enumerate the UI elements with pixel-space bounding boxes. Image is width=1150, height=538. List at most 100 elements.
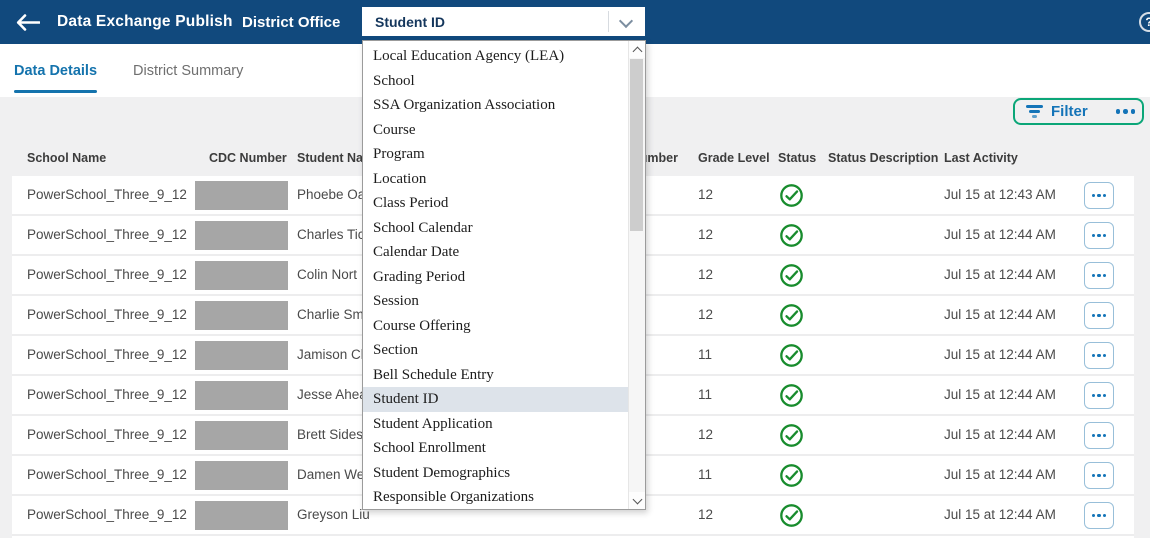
cdc-number-redacted-block bbox=[195, 181, 288, 210]
status-success-icon bbox=[779, 303, 804, 328]
last-activity-cell: Jul 15 at 12:44 AM bbox=[944, 256, 1056, 294]
dropdown-option[interactable]: Student ID bbox=[363, 387, 628, 412]
page-title: Data Exchange Publish bbox=[57, 0, 233, 44]
status-success-icon bbox=[779, 223, 804, 248]
column-status: Status bbox=[778, 140, 816, 176]
scroll-down-arrow-icon[interactable] bbox=[629, 492, 645, 509]
student-name-cell: Jesse Ahea bbox=[297, 376, 367, 414]
row-actions-button[interactable] bbox=[1084, 302, 1114, 329]
active-tab-underline bbox=[14, 90, 97, 93]
row-actions-button[interactable] bbox=[1084, 462, 1114, 489]
dropdown-scrollbar[interactable] bbox=[628, 41, 645, 509]
tab-label: Data Details bbox=[14, 63, 97, 79]
cdc-number-redacted-block bbox=[195, 301, 288, 330]
row-actions-button[interactable] bbox=[1084, 382, 1114, 409]
school-name-cell: PowerSchool_Three_9_12 bbox=[27, 296, 187, 334]
district-office-link[interactable]: District Office bbox=[242, 0, 340, 44]
last-activity-cell: Jul 15 at 12:44 AM bbox=[944, 296, 1056, 334]
dropdown-option[interactable]: Class Period bbox=[363, 191, 628, 216]
dropdown-option[interactable]: School Enrollment bbox=[363, 436, 628, 461]
cdc-number-redacted-block bbox=[195, 341, 288, 370]
school-name-cell: PowerSchool_Three_9_12 bbox=[27, 176, 187, 214]
entity-select-value: Student ID bbox=[375, 14, 445, 30]
tab-district-summary[interactable]: District Summary bbox=[133, 44, 243, 97]
grade-level-cell: 12 bbox=[698, 296, 713, 334]
scroll-up-arrow-icon[interactable] bbox=[629, 41, 645, 58]
student-name-cell: Phoebe Oa bbox=[297, 176, 365, 214]
dropdown-option[interactable]: School bbox=[363, 69, 628, 94]
school-name-cell: PowerSchool_Three_9_12 bbox=[27, 376, 187, 414]
cdc-number-redacted-block bbox=[195, 221, 288, 250]
dropdown-option[interactable]: Student Demographics bbox=[363, 461, 628, 486]
dropdown-option[interactable]: Calendar Date bbox=[363, 240, 628, 265]
cdc-number-redacted-block bbox=[195, 381, 288, 410]
row-actions-button[interactable] bbox=[1084, 502, 1114, 529]
chevron-down-icon bbox=[619, 14, 633, 28]
last-activity-cell: Jul 15 at 12:44 AM bbox=[944, 216, 1056, 254]
last-activity-cell: Jul 15 at 12:44 AM bbox=[944, 336, 1056, 374]
dropdown-option[interactable]: Local Education Agency (LEA) bbox=[363, 44, 628, 69]
dropdown-option[interactable]: Section bbox=[363, 338, 628, 363]
student-name-cell: Jamison Ch bbox=[297, 336, 368, 374]
student-name-cell: Colin Nort bbox=[297, 256, 357, 294]
last-activity-cell: Jul 15 at 12:43 AM bbox=[944, 176, 1056, 214]
entity-dropdown-list: Local Education Agency (LEA)SchoolSSA Or… bbox=[362, 40, 646, 510]
dropdown-option[interactable]: Student Application bbox=[363, 412, 628, 437]
dropdown-option[interactable]: Session bbox=[363, 289, 628, 314]
school-name-cell: PowerSchool_Three_9_12 bbox=[27, 456, 187, 494]
status-success-icon bbox=[779, 183, 804, 208]
student-name-cell: Damen We bbox=[297, 456, 364, 494]
dropdown-option[interactable]: Course bbox=[363, 118, 628, 143]
school-name-cell: PowerSchool_Three_9_12 bbox=[27, 336, 187, 374]
grade-level-cell: 12 bbox=[698, 416, 713, 454]
scrollbar-thumb[interactable] bbox=[630, 59, 643, 231]
dropdown-option[interactable]: Program bbox=[363, 142, 628, 167]
dropdown-option[interactable]: Grading Period bbox=[363, 265, 628, 290]
entity-select[interactable]: Student ID bbox=[362, 7, 645, 36]
grade-level-cell: 11 bbox=[698, 376, 712, 414]
dropdown-option[interactable]: Responsible Organizations bbox=[363, 485, 628, 510]
student-name-cell: Charles Tic bbox=[297, 216, 365, 254]
status-success-icon bbox=[779, 423, 804, 448]
tab-data-details[interactable]: Data Details bbox=[14, 44, 97, 97]
last-activity-cell: Jul 15 at 12:44 AM bbox=[944, 456, 1056, 494]
cdc-number-redacted-block bbox=[195, 461, 288, 490]
school-name-cell: PowerSchool_Three_9_12 bbox=[27, 256, 187, 294]
dropdown-option[interactable]: Location bbox=[363, 167, 628, 192]
dropdown-option[interactable]: Course Offering bbox=[363, 314, 628, 339]
back-arrow-icon[interactable] bbox=[16, 0, 40, 44]
grade-level-cell: 11 bbox=[698, 336, 712, 374]
last-activity-cell: Jul 15 at 12:44 AM bbox=[944, 376, 1056, 414]
grade-level-cell: 12 bbox=[698, 496, 713, 534]
help-glyph: ? bbox=[1145, 15, 1150, 29]
more-options-icon[interactable] bbox=[1116, 109, 1136, 114]
school-name-cell: PowerSchool_Three_9_12 bbox=[27, 216, 187, 254]
cdc-number-redacted-block bbox=[195, 421, 288, 450]
row-actions-button[interactable] bbox=[1084, 262, 1114, 289]
row-actions-button[interactable] bbox=[1084, 222, 1114, 249]
dropdown-option[interactable]: Bell Schedule Entry bbox=[363, 363, 628, 388]
school-name-cell: PowerSchool_Three_9_12 bbox=[27, 416, 187, 454]
tab-label: District Summary bbox=[133, 63, 243, 79]
grade-level-cell: 12 bbox=[698, 176, 713, 214]
filter-button[interactable]: Filter bbox=[1013, 98, 1144, 125]
student-name-cell: Brett Sides bbox=[297, 416, 363, 454]
dropdown-option[interactable]: SSA Organization Association bbox=[363, 93, 628, 118]
row-actions-button[interactable] bbox=[1084, 182, 1114, 209]
status-success-icon bbox=[779, 503, 804, 528]
row-actions-button[interactable] bbox=[1084, 422, 1114, 449]
grade-level-cell: 12 bbox=[698, 216, 713, 254]
status-success-icon bbox=[779, 383, 804, 408]
dropdown-option[interactable]: School Calendar bbox=[363, 216, 628, 241]
school-name-cell: PowerSchool_Three_9_12 bbox=[27, 496, 187, 534]
grade-level-cell: 12 bbox=[698, 256, 713, 294]
filter-icon bbox=[1026, 105, 1043, 118]
row-actions-button[interactable] bbox=[1084, 342, 1114, 369]
select-divider bbox=[608, 11, 609, 32]
column-school-name: School Name bbox=[27, 140, 106, 176]
top-navigation-bar: Data Exchange Publish District Office St… bbox=[0, 0, 1150, 44]
last-activity-cell: Jul 15 at 12:44 AM bbox=[944, 496, 1056, 534]
student-name-cell: Greyson Liu bbox=[297, 496, 370, 534]
status-success-icon bbox=[779, 263, 804, 288]
help-icon[interactable]: ? bbox=[1139, 12, 1150, 32]
